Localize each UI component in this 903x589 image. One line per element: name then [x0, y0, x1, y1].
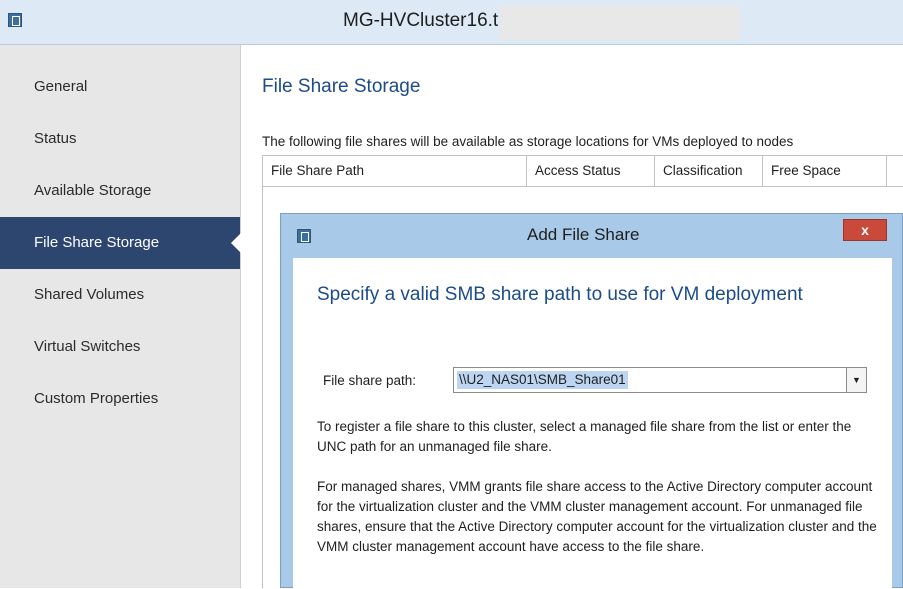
column-header-classification[interactable]: Classification: [655, 156, 763, 186]
title-redaction: [500, 6, 740, 40]
chevron-down-icon[interactable]: ▼: [846, 368, 866, 392]
dialog-app-icon[interactable]: [297, 229, 311, 243]
column-header-file-share-path[interactable]: File Share Path: [263, 156, 527, 186]
file-share-path-combobox[interactable]: \\U2_NAS01\SMB_Share01 ▼: [453, 367, 867, 393]
dialog-body: Specify a valid SMB share path to use fo…: [293, 258, 892, 589]
window-app-icon[interactable]: [8, 13, 22, 27]
nav-item-status[interactable]: Status: [0, 113, 240, 165]
nav-item-general[interactable]: General: [0, 61, 240, 113]
nav-item-virtual-switches[interactable]: Virtual Switches: [0, 321, 240, 373]
register-help-text: To register a file share to this cluster…: [317, 419, 852, 454]
nav-item-file-share-storage[interactable]: File Share Storage: [0, 217, 241, 269]
file-share-path-value[interactable]: \\U2_NAS01\SMB_Share01: [457, 371, 628, 389]
column-header-access-status[interactable]: Access Status: [527, 156, 655, 186]
close-icon: x: [861, 222, 869, 238]
window-titlebar: MG-HVCluster16.t: [0, 0, 903, 45]
dialog-titlebar[interactable]: Add File Share x: [281, 214, 902, 258]
dialog-title: Add File Share: [527, 225, 640, 244]
close-button[interactable]: x: [843, 219, 887, 241]
sidebar-nav: General Status Available Storage File Sh…: [0, 45, 241, 588]
nav-item-available-storage[interactable]: Available Storage: [0, 165, 240, 217]
column-header-free-space[interactable]: Free Space: [763, 156, 887, 186]
file-share-path-label: File share path:: [323, 373, 417, 388]
nav-item-custom-properties[interactable]: Custom Properties: [0, 373, 240, 425]
window-title: MG-HVCluster16.t: [343, 10, 499, 31]
page-title: File Share Storage: [262, 76, 421, 97]
dialog-heading: Specify a valid SMB share path to use fo…: [317, 284, 803, 305]
access-help-text: For managed shares, VMM grants file shar…: [317, 479, 877, 554]
nav-item-shared-volumes[interactable]: Shared Volumes: [0, 269, 240, 321]
add-file-share-dialog: Add File Share x Specify a valid SMB sha…: [280, 213, 903, 589]
page-description: The following file shares will be availa…: [262, 134, 794, 149]
file-share-table-header: File Share Path Access Status Classifica…: [262, 155, 903, 187]
